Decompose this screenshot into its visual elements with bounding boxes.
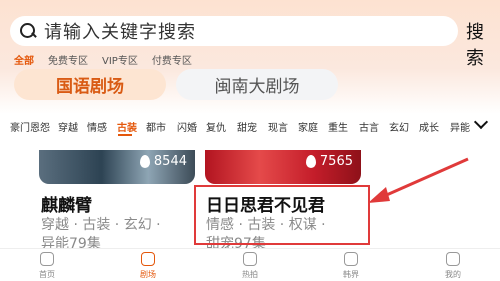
genre-tab[interactable]: 穿越: [58, 119, 78, 134]
home-icon: [40, 252, 54, 266]
heat-value: 8544: [153, 154, 187, 169]
world-icon: [344, 252, 358, 266]
bottom-navigation: 首页 剧场 热拍 韩界 我的: [0, 248, 500, 281]
nav-world[interactable]: 韩界: [331, 252, 371, 280]
flame-icon: [305, 155, 316, 168]
tab-mandarin-theater[interactable]: 国语剧场: [14, 69, 166, 100]
nav-label: 韩界: [343, 270, 359, 279]
heat-count: 7565: [305, 154, 353, 169]
genre-tab[interactable]: 复仇: [206, 119, 226, 134]
genre-tab[interactable]: 闪婚: [177, 119, 197, 134]
filter-tabs: 全部 免费专区 VIP专区 付费专区: [14, 52, 192, 67]
nav-home[interactable]: 首页: [27, 252, 67, 280]
genre-tab[interactable]: 成长: [419, 119, 439, 134]
drama-tags: 穿越 · 古装 · 玄幻 ·: [41, 217, 161, 233]
filter-paid[interactable]: 付费专区: [152, 52, 192, 67]
heat-value: 7565: [319, 154, 353, 169]
chevron-down-icon[interactable]: [474, 117, 488, 131]
nav-label: 首页: [39, 270, 55, 279]
search-placeholder: 请输入关键字搜索: [44, 22, 196, 43]
genre-tab[interactable]: 情感: [87, 119, 107, 134]
genre-tab-active[interactable]: 古装: [117, 119, 137, 134]
highlight-box: [194, 185, 370, 245]
nav-theater[interactable]: 剧场: [128, 252, 168, 280]
genre-tab[interactable]: 现言: [268, 119, 288, 134]
flame-icon: [139, 155, 150, 168]
genre-tab[interactable]: 豪门恩怨: [10, 119, 50, 134]
drama-title[interactable]: 麒麟臂: [41, 191, 92, 216]
search-input[interactable]: 请输入关键字搜索: [10, 16, 458, 46]
active-genre-underline: [118, 134, 132, 136]
nav-label: 我的: [445, 270, 461, 279]
filter-free[interactable]: 免费专区: [48, 52, 88, 67]
genre-tab[interactable]: 家庭: [298, 119, 318, 134]
filter-vip[interactable]: VIP专区: [102, 52, 138, 67]
profile-icon: [446, 252, 460, 266]
nav-label: 剧场: [140, 270, 156, 279]
hot-icon: [243, 252, 257, 266]
theater-icon: [141, 252, 155, 266]
search-button[interactable]: 搜索: [466, 18, 500, 70]
heat-count: 8544: [139, 154, 187, 169]
annotation-arrow-icon: [368, 157, 469, 203]
genre-tab[interactable]: 重生: [328, 119, 348, 134]
drama-cover[interactable]: 7565: [205, 150, 361, 184]
search-icon: [18, 21, 38, 41]
genre-tab[interactable]: 甜宠: [237, 119, 257, 134]
genre-tab[interactable]: 古言: [359, 119, 379, 134]
nav-profile[interactable]: 我的: [433, 252, 473, 280]
tab-minnan-theater[interactable]: 闽南大剧场: [176, 69, 338, 100]
genre-tab[interactable]: 玄幻: [389, 119, 409, 134]
nav-label: 热拍: [242, 270, 258, 279]
filter-all[interactable]: 全部: [14, 52, 34, 67]
genre-tab[interactable]: 异能: [450, 119, 470, 134]
genre-tabs: 豪门恩怨 穿越 情感 古装 都市 闪婚 复仇 甜宠 现言 家庭 重生 古言 玄幻…: [0, 116, 500, 136]
genre-tab[interactable]: 都市: [146, 119, 166, 134]
drama-cover[interactable]: 8544: [39, 150, 195, 184]
nav-hot[interactable]: 热拍: [230, 252, 270, 280]
